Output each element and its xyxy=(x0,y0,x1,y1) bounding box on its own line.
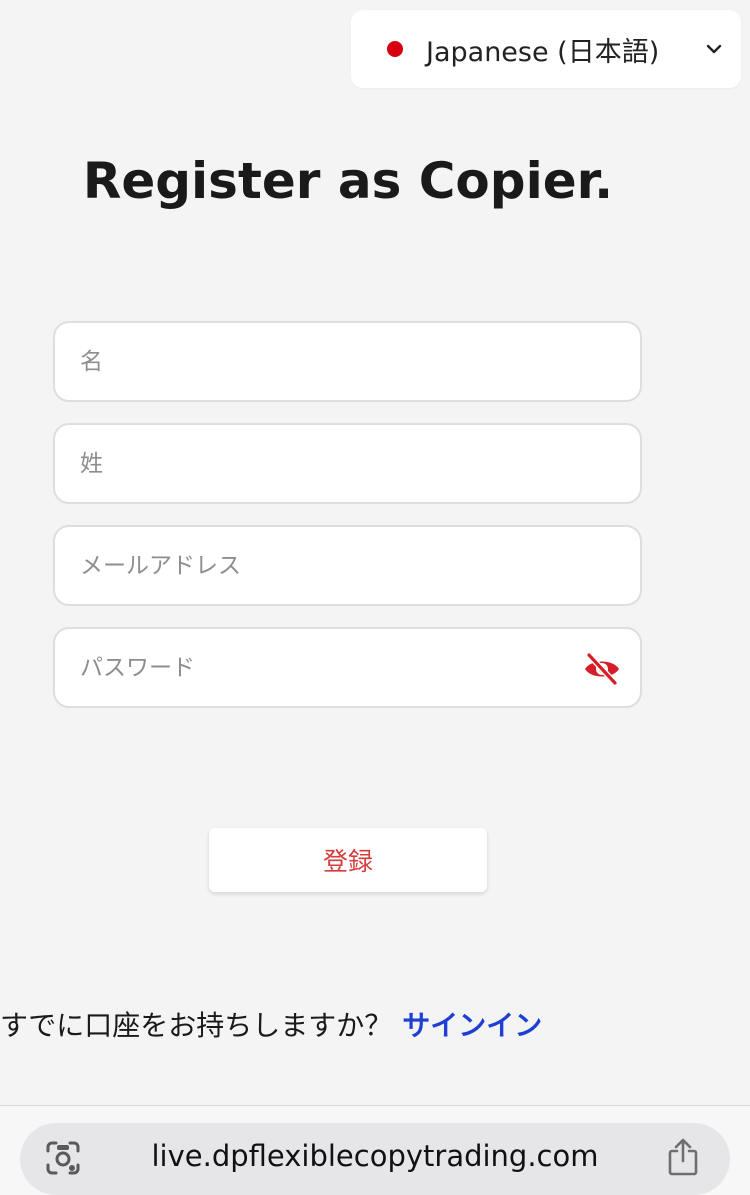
share-icon[interactable] xyxy=(665,1137,701,1177)
signin-prompt-text: すでに口座をお持ちしますか？ xyxy=(0,1009,393,1042)
last-name-input[interactable] xyxy=(55,425,640,502)
signin-link[interactable]: サインイン xyxy=(402,1009,542,1042)
password-field[interactable] xyxy=(53,627,642,708)
language-selector-label: Japanese (日本語) xyxy=(426,37,660,68)
chevron-down-icon[interactable] xyxy=(703,38,725,60)
last-name-field[interactable] xyxy=(53,423,642,504)
password-input[interactable] xyxy=(55,629,640,706)
url-pill[interactable]: live.dpflexiblecopytrading.com xyxy=(20,1123,730,1195)
language-flag-dot xyxy=(387,41,403,57)
first-name-field[interactable] xyxy=(53,321,642,402)
page-title: Register as Copier. xyxy=(82,152,614,210)
visual-search-icon[interactable] xyxy=(44,1139,82,1177)
url-text: live.dpflexiblecopytrading.com xyxy=(151,1139,599,1173)
email-input[interactable] xyxy=(55,527,640,604)
eye-off-icon[interactable] xyxy=(582,651,622,687)
email-field[interactable] xyxy=(53,525,642,606)
signin-prompt-row: すでに口座をお持ちしますか？ サインイン xyxy=(0,1004,542,1044)
browser-address-bar: live.dpflexiblecopytrading.com xyxy=(0,1105,750,1195)
register-button[interactable]: 登録 xyxy=(209,828,487,892)
first-name-input[interactable] xyxy=(55,323,640,400)
